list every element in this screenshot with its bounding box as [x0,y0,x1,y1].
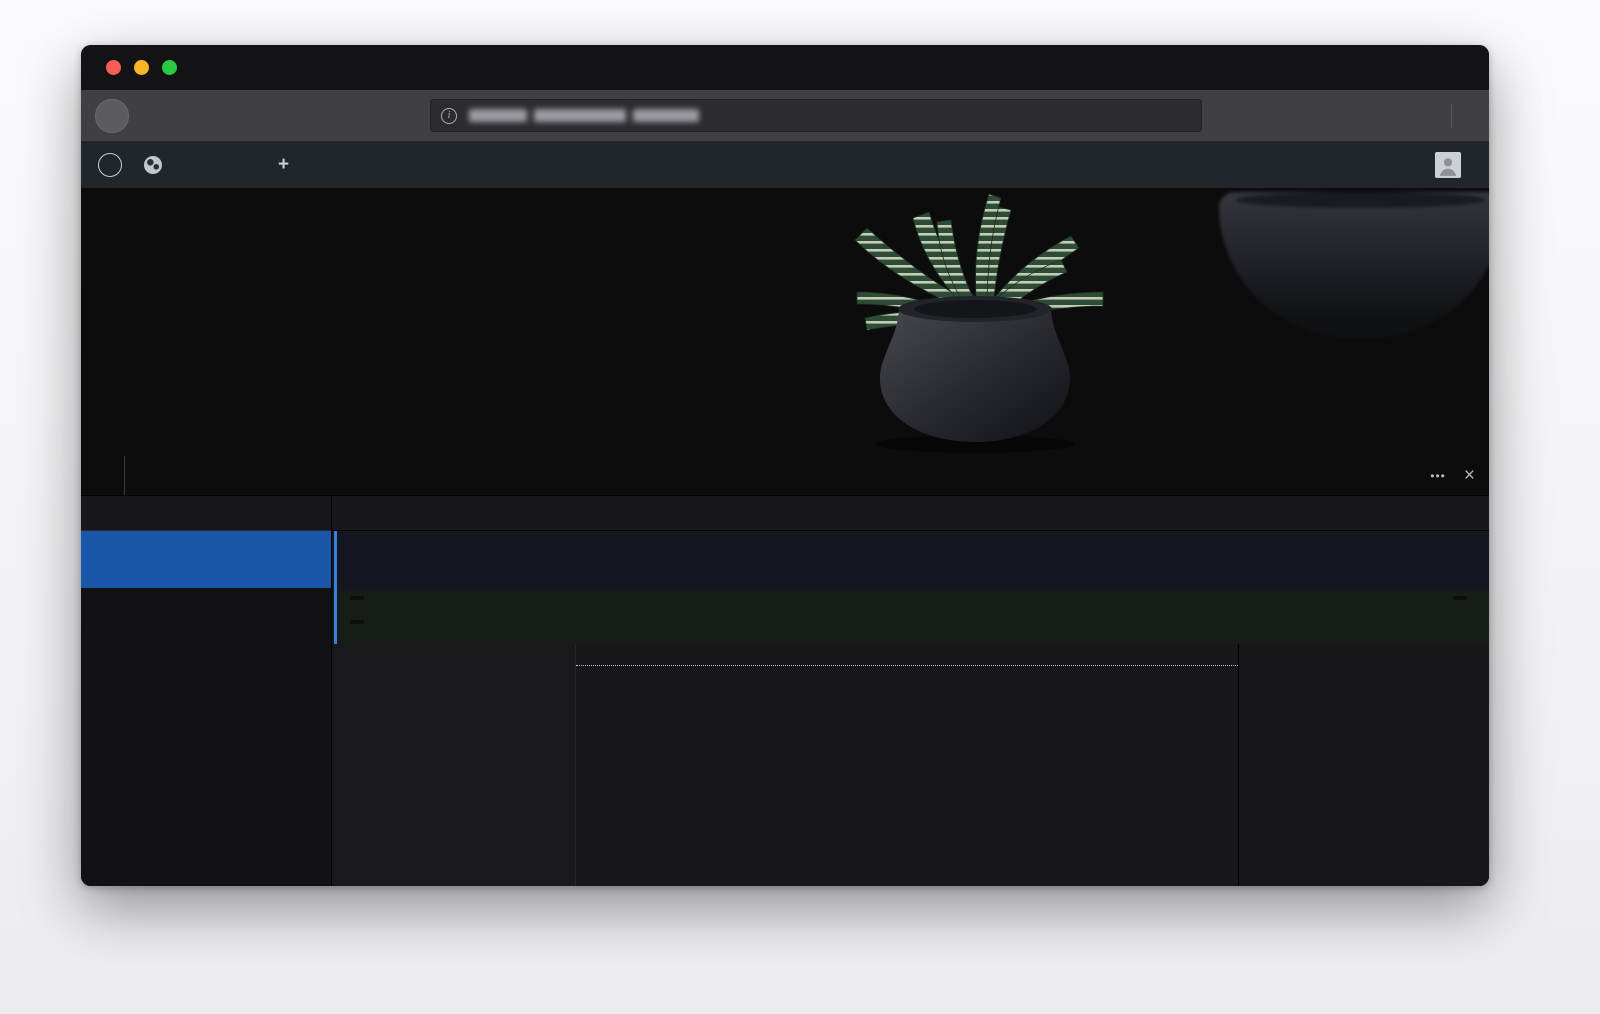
fps-min-badge [350,620,364,624]
redacted-url [469,109,699,122]
marker-type-icon [1255,659,1265,669]
zoom-window-button[interactable] [162,60,177,75]
wrench-icon[interactable] [185,101,215,131]
wp-new[interactable]: + [267,142,307,188]
performance-view-toolbar [332,496,1489,531]
records-area [332,644,1489,886]
forward-icon[interactable] [142,101,172,131]
overview-markers[interactable] [332,549,1489,591]
filter-funnel-icon[interactable] [332,496,374,530]
tab-bar [81,45,1489,90]
recording-item[interactable] [81,531,331,588]
back-icon[interactable] [95,99,129,133]
selection-start-line [334,531,337,644]
site-info-icon[interactable]: i [441,108,457,124]
devtools-close-icon[interactable]: × [1464,465,1475,487]
plant-photo [781,188,1141,456]
overview-ruler[interactable] [332,531,1489,549]
browser-window: i [81,45,1489,886]
wp-my-site[interactable] [133,142,180,188]
url-bar[interactable]: i [430,99,1202,132]
reload-icon[interactable] [228,101,258,131]
waterfall-ruler [576,644,1238,666]
records-list [332,644,575,886]
toolbar-separator [1451,104,1452,128]
records-waterfall[interactable] [575,644,1238,886]
background-pot [1219,192,1489,338]
wp-customize[interactable] [180,142,209,188]
marker-detail-panel [1238,644,1489,886]
wp-admin-bar: + [81,142,1489,188]
wp-comments[interactable] [238,142,267,188]
fps-max-badge [350,596,364,600]
home-icon[interactable] [271,101,301,131]
avatar[interactable] [1435,152,1461,178]
navigation-toolbar: i [81,90,1489,142]
traffic-lights [81,45,225,90]
devtools-meatballs-icon[interactable]: ••• [1430,469,1446,483]
fps-avg-badge [1453,596,1467,600]
plus-icon: + [278,154,289,176]
gear-icon[interactable] [1447,496,1489,530]
devtools-tab-bar: ••• × [81,456,1489,496]
node-picker-icon[interactable] [81,456,125,495]
records-header [332,644,575,666]
minimize-window-button[interactable] [134,60,149,75]
recordings-sidebar [81,496,332,886]
devtools-panel: ••• × [81,456,1489,886]
close-window-button[interactable] [106,60,121,75]
new-tab-button[interactable] [225,45,269,90]
wp-updates[interactable] [209,142,238,188]
hero-section [81,188,1489,456]
site-icon [144,156,162,174]
wp-logo[interactable] [87,142,133,188]
framerate-graph[interactable] [332,591,1489,644]
performance-main [332,496,1489,886]
